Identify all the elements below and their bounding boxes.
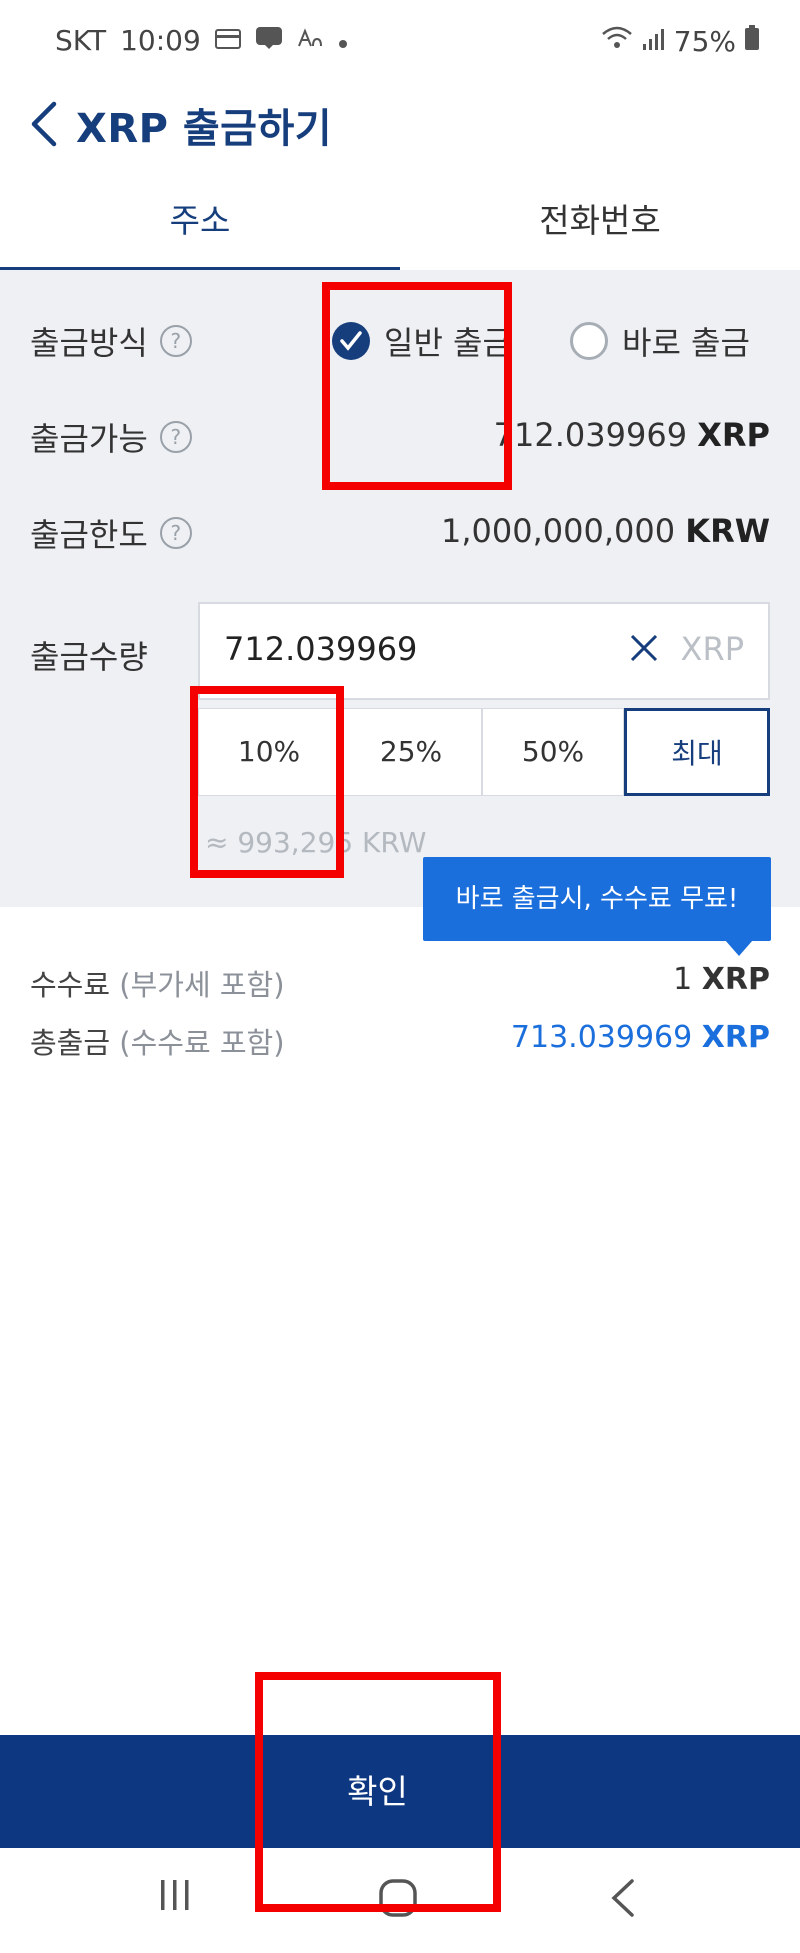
radio-instant-withdraw[interactable]: 바로 출금 [570, 318, 750, 364]
card-notification-icon [214, 24, 241, 57]
fee-amount: 1 XRP [673, 962, 770, 997]
clock: 10:09 [120, 24, 201, 57]
withdraw-form-panel [0, 270, 800, 907]
total-row: 총출금 (수수료 포함) [30, 1020, 285, 1062]
battery-level: 75% [673, 25, 736, 58]
fee-sub-label: (부가세 포함) [119, 968, 285, 1002]
fee-value: 1 [673, 962, 693, 997]
tab-bar: 주소 전화번호 [0, 185, 800, 273]
fee-row: 수수료 (부가세 포함) [30, 962, 285, 1004]
amount-value[interactable]: 712.039969 [224, 630, 417, 668]
amount-input[interactable]: 712.039969 XRP [198, 602, 770, 700]
instant-withdraw-tooltip: 바로 출금시, 수수료 무료! [423, 857, 771, 941]
help-icon[interactable]: ? [159, 517, 192, 549]
percent-max-button[interactable]: 최대 [624, 708, 770, 796]
total-unit: XRP [701, 1020, 770, 1055]
help-icon[interactable]: ? [159, 325, 192, 357]
radio-normal-withdraw[interactable]: 일반 출금 [332, 318, 512, 364]
total-amount: 713.039969 XRP [511, 1020, 770, 1055]
fee-label: 수수료 [30, 968, 111, 1002]
page-title: XRP 출금하기 [76, 106, 333, 152]
home-icon[interactable] [378, 1878, 418, 1922]
help-icon[interactable]: ? [159, 421, 192, 453]
tab-phone-number[interactable]: 전화번호 [400, 185, 800, 267]
confirm-button[interactable]: 확인 [270, 1735, 485, 1848]
limit-amount: 1,000,000,000 KRW [441, 512, 770, 550]
method-label: 출금방식 [30, 324, 148, 362]
available-row: 출금가능 ? [30, 414, 192, 460]
fee-unit: XRP [701, 962, 770, 997]
limit-label: 출금한도 [30, 516, 148, 554]
clear-icon[interactable] [628, 632, 660, 668]
available-value: 712.039969 [493, 416, 688, 454]
radio-normal-label: 일반 출금 [384, 324, 512, 362]
amount-label: 출금수량 [30, 638, 148, 676]
available-unit: XRP [697, 416, 770, 454]
total-sub-label: (수수료 포함) [119, 1026, 285, 1060]
wifi-icon [600, 24, 634, 59]
status-bar: SKT 10:09 75% [0, 0, 800, 90]
percent-button-group: 10% 25% 50% 최대 [198, 708, 770, 796]
battery-icon [744, 25, 760, 58]
krw-estimate: ≈ 993,295 KRW [205, 826, 427, 859]
total-label: 총출금 [30, 1026, 111, 1060]
tab-address[interactable]: 주소 [0, 185, 400, 271]
method-row: 출금방식 ? [30, 318, 192, 364]
total-value: 713.039969 [510, 1020, 693, 1055]
limit-row: 출금한도 ? [30, 510, 192, 556]
tooltip-tail [725, 940, 753, 956]
carrier: SKT [55, 24, 107, 57]
limit-value: 1,000,000,000 [440, 512, 676, 550]
back-nav-icon[interactable] [608, 1878, 638, 1922]
radio-checked-icon [332, 322, 370, 360]
available-amount: 712.039969 XRP [494, 416, 770, 454]
more-notifications-dot-icon [337, 24, 349, 57]
radio-unchecked-icon [570, 322, 608, 360]
blog-notification-icon [255, 24, 283, 57]
amount-unit: XRP [680, 630, 744, 668]
percent-10-button[interactable]: 10% [198, 708, 340, 796]
font-notification-icon [297, 24, 323, 57]
percent-50-button[interactable]: 50% [482, 708, 624, 796]
limit-unit: KRW [685, 512, 770, 550]
signal-icon [642, 25, 666, 58]
back-chevron-icon[interactable] [26, 100, 62, 152]
percent-25-button[interactable]: 25% [340, 708, 482, 796]
recent-apps-icon[interactable] [158, 1878, 192, 1916]
radio-instant-label: 바로 출금 [622, 324, 750, 362]
system-nav-bar [0, 1848, 800, 1953]
available-label: 출금가능 [30, 420, 148, 458]
